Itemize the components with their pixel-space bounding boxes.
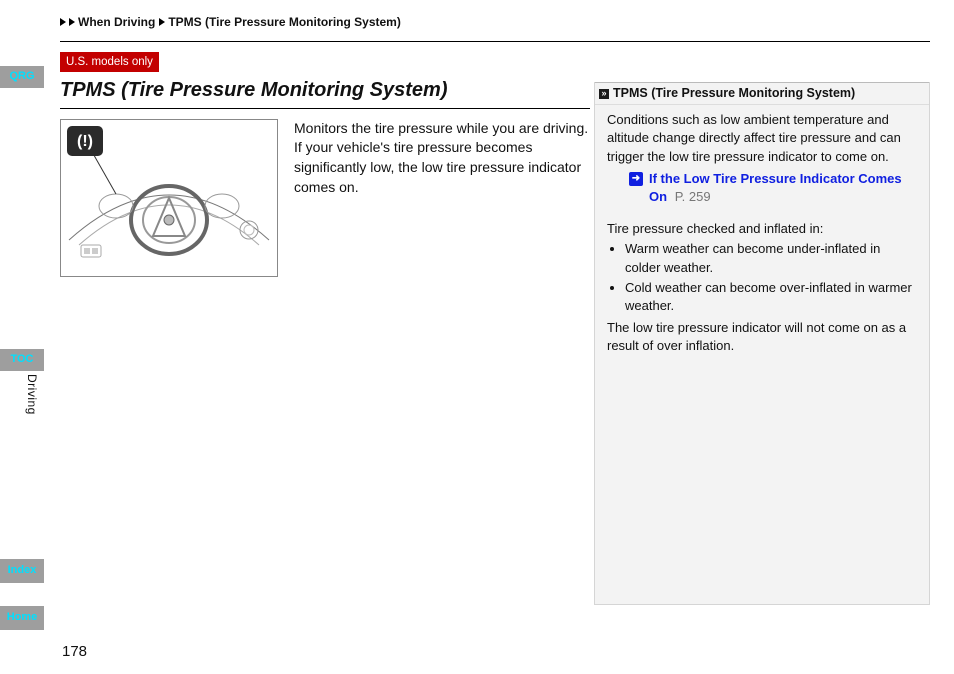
intro-text: Monitors the tire pressure while you are… xyxy=(294,119,590,277)
triangle-icon xyxy=(60,18,66,26)
divider xyxy=(60,108,590,109)
triangle-icon xyxy=(69,18,75,26)
xref-page: P. 259 xyxy=(675,189,711,204)
page-content: When Driving TPMS (Tire Pressure Monitor… xyxy=(60,10,930,605)
breadcrumb-item[interactable]: TPMS (Tire Pressure Monitoring System) xyxy=(168,14,401,31)
triangle-icon xyxy=(159,18,165,26)
page-number: 178 xyxy=(62,641,87,662)
info-sidebar: » TPMS (Tire Pressure Monitoring System)… xyxy=(594,82,930,605)
svg-text:(!): (!) xyxy=(77,133,93,150)
main-column: U.S. models only TPMS (Tire Pressure Mon… xyxy=(60,52,590,605)
arrow-box-icon: ➜ xyxy=(629,172,643,186)
cross-reference-link[interactable]: ➜ If the Low Tire Pressure Indicator Com… xyxy=(629,170,917,206)
nav-tab-home[interactable]: Home xyxy=(0,606,44,630)
divider xyxy=(60,41,930,42)
section-side-label: Driving xyxy=(26,374,40,415)
list-item: Warm weather can become under-inflated i… xyxy=(625,240,917,276)
dashboard-figure: (!) xyxy=(60,119,278,277)
breadcrumb: When Driving TPMS (Tire Pressure Monitor… xyxy=(60,10,930,41)
left-nav-tabs: QRG TOC Driving Index Home xyxy=(0,0,48,674)
side-column: » TPMS (Tire Pressure Monitoring System)… xyxy=(594,52,930,605)
sidebar-title: TPMS (Tire Pressure Monitoring System) xyxy=(613,85,855,103)
list-item: Cold weather can become over-inflated in… xyxy=(625,279,917,315)
breadcrumb-item[interactable]: When Driving xyxy=(78,14,155,31)
sidebar-header: » TPMS (Tire Pressure Monitoring System) xyxy=(595,82,929,106)
nav-tab-index[interactable]: Index xyxy=(0,559,44,583)
sidebar-paragraph: Tire pressure checked and inflated in: xyxy=(607,220,917,238)
dashboard-illustration-icon: (!) xyxy=(61,120,277,270)
double-chevron-icon: » xyxy=(599,89,609,99)
nav-tab-qrg[interactable]: QRG xyxy=(0,66,44,88)
sidebar-paragraph: The low tire pressure indicator will not… xyxy=(607,319,917,355)
sidebar-paragraph: Conditions such as low ambient temperatu… xyxy=(607,111,917,166)
models-badge: U.S. models only xyxy=(60,52,159,72)
nav-tab-toc[interactable]: TOC xyxy=(0,349,44,371)
sidebar-bullet-list: Warm weather can become under-inflated i… xyxy=(607,240,917,315)
page-title: TPMS (Tire Pressure Monitoring System) xyxy=(60,76,590,104)
